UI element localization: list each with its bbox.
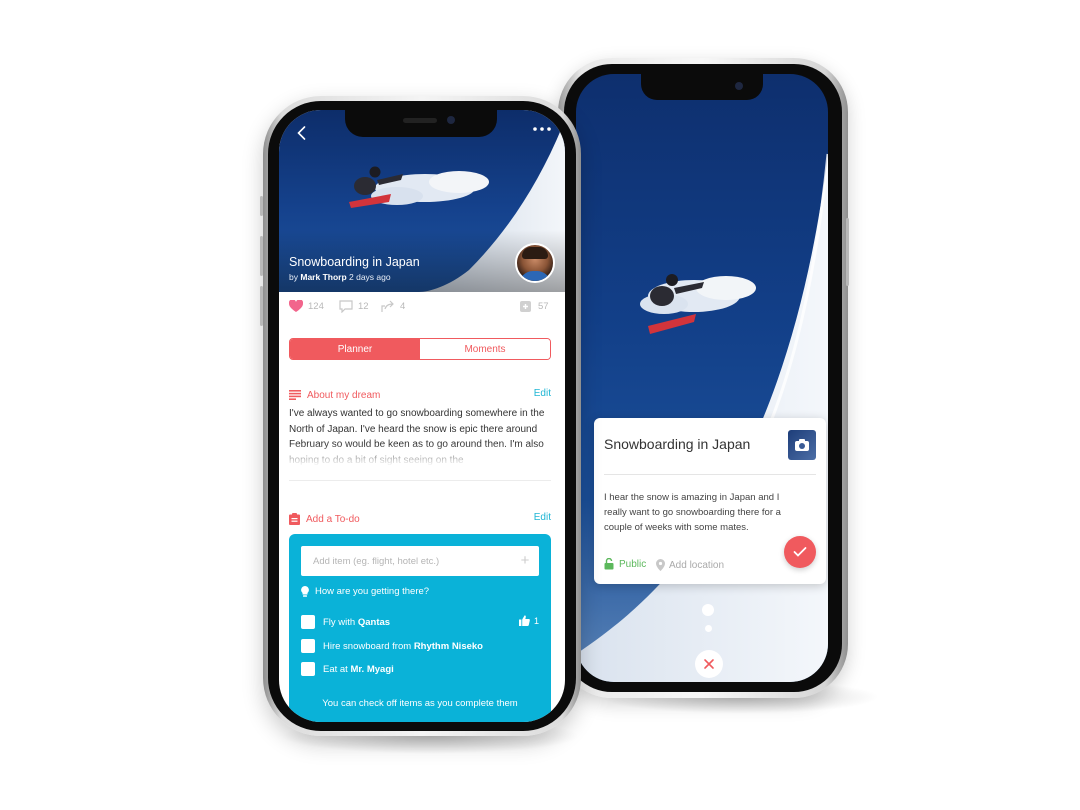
visibility-toggle[interactable]: Public bbox=[604, 558, 646, 570]
add-location-button[interactable]: Add location bbox=[656, 559, 724, 571]
location-pin-icon bbox=[656, 559, 665, 571]
stats-bar: 124 12 4 57 bbox=[279, 298, 565, 320]
pager-dot bbox=[705, 625, 712, 632]
dream-description: I've always wanted to go snowboarding so… bbox=[289, 406, 549, 466]
add-to-list-icon bbox=[520, 301, 531, 312]
share-button[interactable]: 4 bbox=[381, 300, 405, 313]
avatar[interactable] bbox=[515, 243, 555, 283]
share-icon bbox=[381, 300, 394, 312]
add-item-input[interactable] bbox=[301, 546, 539, 576]
back-button[interactable] bbox=[293, 124, 309, 142]
card-divider bbox=[604, 474, 816, 475]
volume-button bbox=[260, 286, 263, 326]
add-item-button[interactable]: + bbox=[517, 553, 533, 569]
card-description[interactable]: I hear the snow is amazing in Japan and … bbox=[604, 490, 804, 535]
close-icon bbox=[704, 659, 714, 669]
avatar-hair bbox=[522, 247, 548, 259]
notch bbox=[345, 110, 497, 137]
todo-checkbox[interactable] bbox=[301, 662, 315, 676]
snowboarder-photo bbox=[576, 153, 828, 682]
share-count: 4 bbox=[400, 301, 406, 312]
todo-checkbox[interactable] bbox=[301, 615, 315, 629]
page-title: Snowboarding in Japan bbox=[289, 255, 420, 269]
todo-question: How are you getting there? bbox=[301, 586, 429, 597]
close-button[interactable] bbox=[695, 650, 723, 678]
todo-item-label: Eat at Mr. Myagi bbox=[323, 663, 394, 675]
card-title: Snowboarding in Japan bbox=[604, 436, 751, 452]
like-button[interactable]: 124 bbox=[289, 300, 324, 313]
pager-dot bbox=[702, 604, 714, 616]
tab-bar: Planner Moments bbox=[289, 338, 551, 360]
add-photo-button[interactable] bbox=[788, 430, 816, 460]
visibility-label: Public bbox=[619, 558, 647, 570]
about-edit-link[interactable]: Edit bbox=[534, 388, 551, 399]
front-camera bbox=[735, 82, 743, 90]
thumbs-up-icon bbox=[518, 615, 530, 626]
phone-left-screen: Snowboarding in Japan by Mark Thorp 2 da… bbox=[279, 110, 565, 722]
location-label: Add location bbox=[669, 559, 725, 571]
todo-edit-link[interactable]: Edit bbox=[534, 512, 551, 523]
confirm-button[interactable] bbox=[784, 536, 816, 568]
save-button[interactable]: 57 bbox=[519, 300, 549, 313]
chevron-left-icon bbox=[296, 126, 305, 140]
todo-item-label: Fly with Qantas bbox=[323, 616, 391, 628]
tab-moments[interactable]: Moments bbox=[420, 339, 550, 359]
phone-left: Snowboarding in Japan by Mark Thorp 2 da… bbox=[260, 96, 581, 736]
author-link[interactable]: Mark Thorp bbox=[300, 272, 346, 282]
speaker-grille bbox=[403, 118, 437, 123]
byline: by Mark Thorp 2 days ago bbox=[289, 272, 391, 282]
checkmark-icon bbox=[793, 547, 807, 557]
tab-planner[interactable]: Planner bbox=[290, 339, 420, 359]
lightbulb-icon bbox=[301, 586, 309, 597]
phone-right-screen: Snowboarding in Japan I hear the snow is… bbox=[576, 74, 828, 682]
dream-card: Snowboarding in Japan I hear the snow is… bbox=[594, 418, 826, 584]
phone-right: Snowboarding in Japan I hear the snow is… bbox=[558, 58, 849, 698]
todo-item: Hire snowboard from Rhythm Niseko bbox=[301, 638, 539, 654]
todo-item: Fly with Qantas 1 bbox=[301, 614, 539, 630]
todo-like-count: 1 bbox=[533, 615, 539, 626]
plus-icon: + bbox=[520, 552, 530, 569]
todo-panel: + How are you getting there? Fly with Qa… bbox=[289, 534, 551, 722]
notch bbox=[641, 74, 763, 100]
todo-like-button[interactable]: 1 bbox=[518, 615, 539, 626]
todo-section-header: Add a To-do Edit bbox=[289, 512, 551, 526]
camera-icon bbox=[795, 439, 809, 451]
about-section-header: About my dream Edit bbox=[289, 388, 551, 402]
todo-item-label: Hire snowboard from Rhythm Niseko bbox=[323, 640, 483, 652]
more-options-button[interactable] bbox=[531, 122, 553, 136]
side-button bbox=[846, 218, 849, 286]
heart-icon bbox=[289, 300, 303, 312]
comment-count: 12 bbox=[358, 301, 369, 312]
post-time: 2 days ago bbox=[349, 272, 391, 282]
volume-button bbox=[260, 236, 263, 276]
todo-heading: Add a To-do bbox=[306, 513, 360, 525]
like-count: 124 bbox=[308, 301, 324, 312]
save-count: 57 bbox=[538, 301, 549, 312]
text-fade bbox=[289, 444, 549, 466]
about-heading: About my dream bbox=[307, 389, 381, 401]
unlock-icon bbox=[604, 558, 614, 570]
comment-button[interactable]: 12 bbox=[339, 300, 369, 313]
todo-hint: You can check off items as you complete … bbox=[322, 698, 518, 709]
text-lines-icon bbox=[289, 390, 301, 400]
more-dots-icon bbox=[533, 127, 551, 131]
clipboard-icon bbox=[289, 513, 300, 525]
todo-checkbox[interactable] bbox=[301, 639, 315, 653]
volume-button bbox=[260, 196, 263, 216]
todo-item: Eat at Mr. Myagi bbox=[301, 661, 539, 677]
section-divider bbox=[289, 480, 551, 481]
front-camera bbox=[447, 116, 455, 124]
comment-icon bbox=[339, 300, 353, 313]
